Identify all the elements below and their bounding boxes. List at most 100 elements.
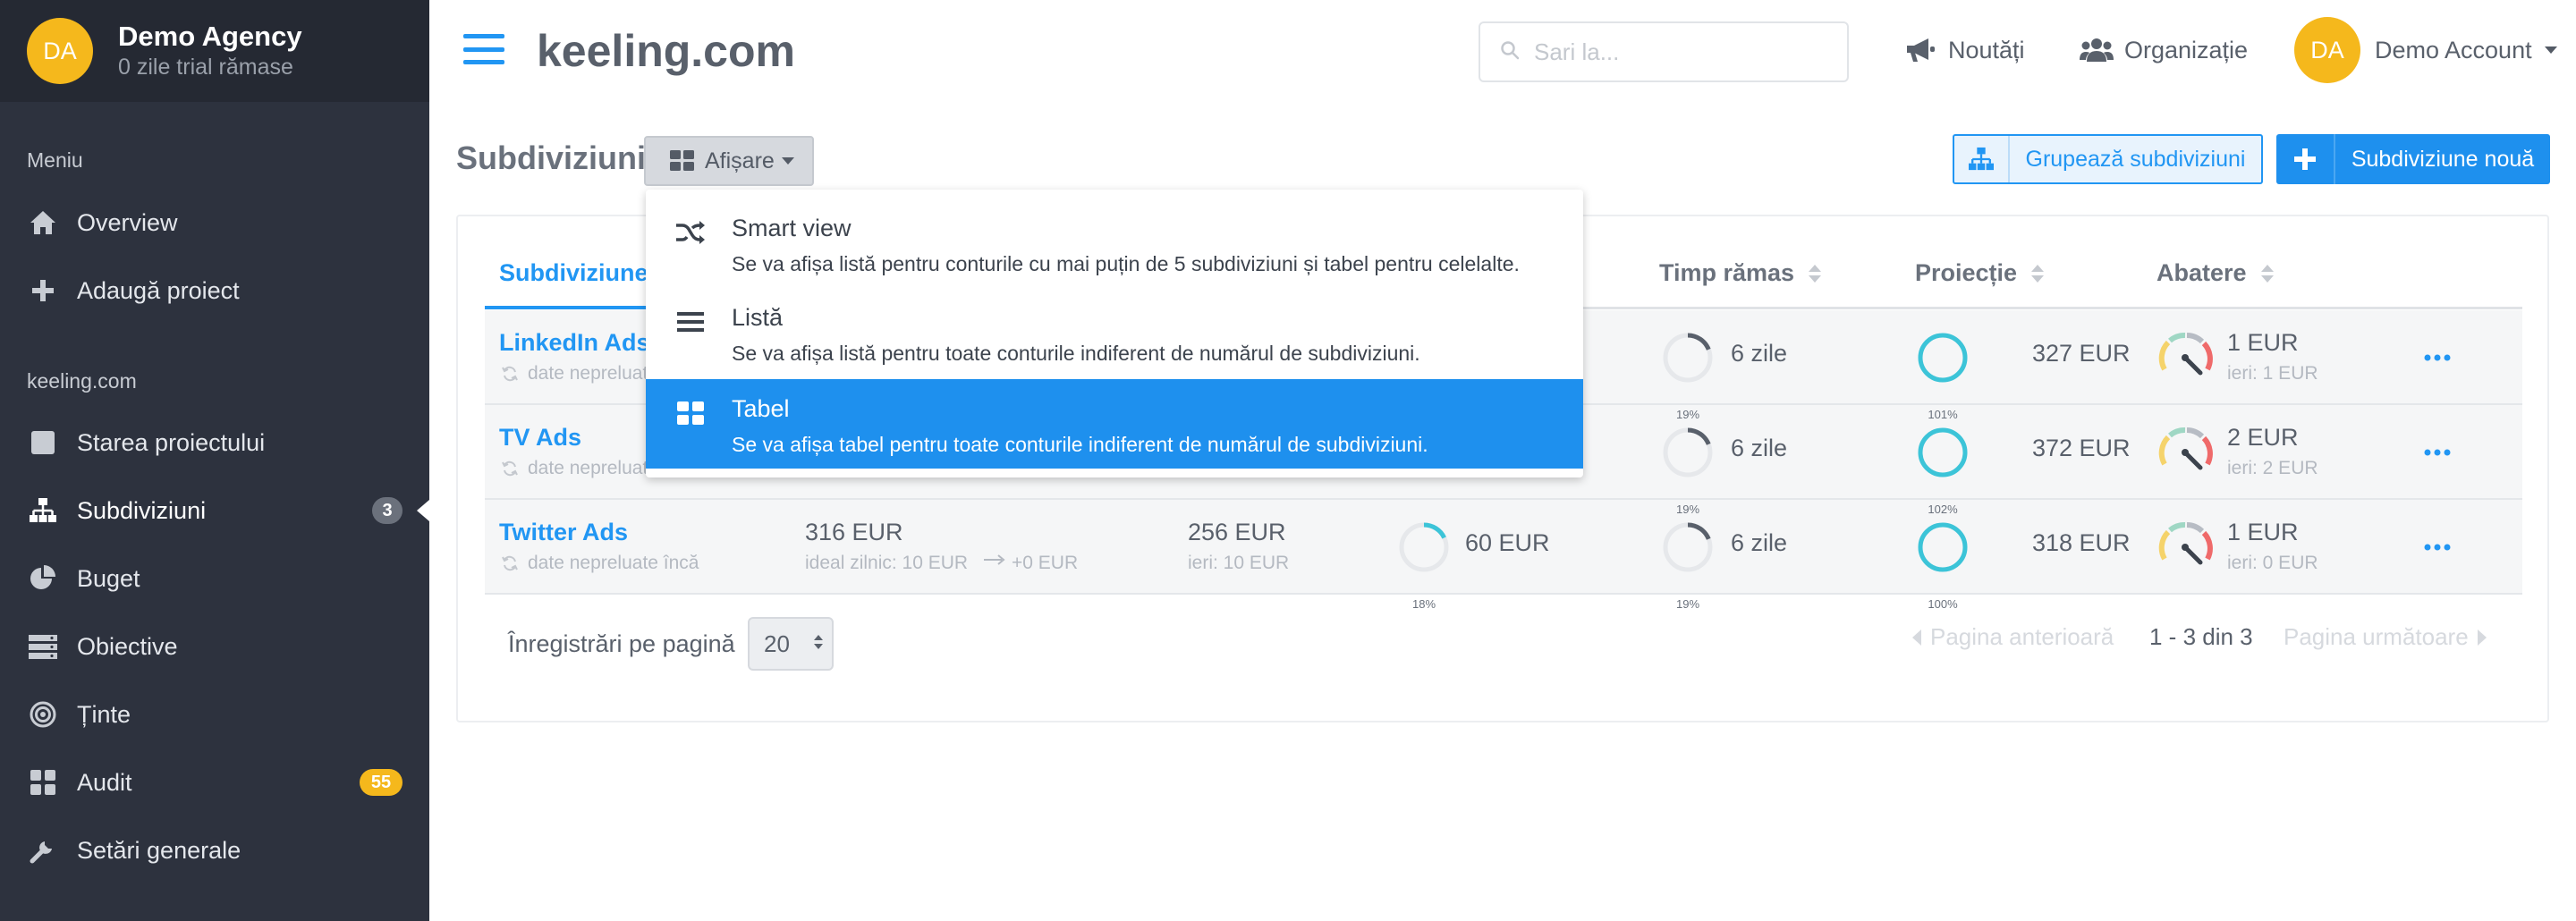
plus-icon [27,275,59,307]
column-header-deviation[interactable]: Abatere [2157,259,2274,287]
projection-progress-ring: 100% [1917,521,1969,611]
deviation-gauge-icon [2157,425,2213,480]
option-title: Tabel [732,395,790,422]
next-page-button[interactable]: Pagina următoare [2284,623,2487,651]
deviation-yesterday: ieri: 0 EUR [2227,553,2318,573]
subdivision-name-link[interactable]: Twitter Ads [499,519,628,546]
page-title: Subdiviziuni [456,139,646,176]
news-link[interactable]: Noutăți [1905,30,2025,70]
column-header-label: Subdiviziune [499,259,648,286]
refresh-icon [501,460,519,477]
projection-progress-ring: 102% [1917,427,1969,516]
sidebar-item-objectives[interactable]: Obiective [0,618,429,675]
view-option-smart[interactable]: Smart view Se va afișa listă pentru cont… [646,199,1583,288]
sidebar-item-budget[interactable]: Buget [0,550,429,607]
chevron-left-icon [1912,629,1921,646]
org-name: Demo Agency [118,21,302,52]
projection-progress-ring: 101% [1917,332,1969,421]
shuffle-icon [674,218,707,247]
row-actions-button[interactable] [2424,427,2451,465]
refresh-icon [501,554,519,572]
deviation-gauge-icon [2157,520,2213,575]
row-actions-button[interactable] [2424,333,2451,370]
per-page-select[interactable]: 20 [748,617,834,671]
grid-icon [674,399,707,427]
sidebar-item-label: Overview [77,208,178,236]
time-left-value: 6 zile [1731,340,1788,367]
sidebar-item-settings[interactable]: Setări generale [0,822,429,879]
sort-icon [2031,264,2045,283]
subdivision-name-link[interactable]: LinkedIn Ads [499,329,650,357]
sitemap-icon [27,494,59,527]
time-left-value: 6 zile [1731,435,1788,461]
search-input[interactable] [1534,38,1820,66]
time-left-progress-ring: 19% [1662,332,1714,421]
sidebar-item-audit[interactable]: Audit 55 [0,754,429,811]
sidebar-item-project-status[interactable]: Starea proiectului [0,414,429,471]
chevron-down-icon [2544,46,2557,54]
subdivision-status: date nepreluate încă [501,553,699,574]
list-icon [674,308,707,336]
deviation-value: 2 EUR [2227,424,2299,451]
audit-count-badge: 55 [360,769,402,796]
next-page-label: Pagina următoare [2284,623,2469,650]
sitemap-icon [1954,136,2010,182]
plus-icon [2276,134,2335,184]
arrow-right-icon [982,551,1007,572]
account-avatar: DA [2294,17,2360,83]
option-title: Listă [732,304,784,331]
view-mode-button[interactable]: Afișare [644,136,814,186]
option-description: Se va afișa tabel pentru toate conturile… [732,433,1428,456]
budget-ideal-daily: ideal zilnic: 10 EUR [805,553,969,573]
active-indicator [417,500,429,521]
option-description: Se va afișa listă pentru toate conturile… [732,342,1420,365]
sidebar-item-overview[interactable]: Overview [0,194,429,251]
hamburger-line [463,46,504,52]
option-description: Se va afișa listă pentru conturile cu ma… [732,252,1520,275]
sidebar-item-label: Ținte [77,700,131,728]
group-subdivisions-button[interactable]: Grupează subdiviziuni [1953,134,2263,184]
refresh-icon [501,365,519,383]
sidebar: DA Demo Agency 0 zile trial rămase Meniu… [0,0,429,921]
search-icon [1500,40,1520,64]
column-header-projection[interactable]: Proiecție [1915,259,2045,287]
row-actions-button[interactable] [2424,522,2451,560]
server-icon [27,630,59,663]
sidebar-item-label: Audit [77,768,132,796]
active-column-indicator [485,306,655,309]
organization-link[interactable]: Organizație [2080,30,2248,70]
projection-value: 318 EUR [2032,529,2131,556]
sidebar-item-add-project[interactable]: Adaugă proiect [0,262,429,319]
sidebar-org-header[interactable]: DA Demo Agency 0 zile trial rămase [0,0,429,102]
option-title: Smart view [732,215,852,241]
column-header-label: Abatere [2157,259,2247,286]
new-subdivision-label: Subdiviziune nouă [2351,146,2535,172]
org-trial: 0 zile trial rămase [118,55,293,80]
news-label: Noutăți [1948,36,2025,63]
sidebar-item-label: Starea proiectului [77,428,266,456]
time-left-progress-ring: 19% [1662,427,1714,516]
account-menu[interactable]: DA Demo Account [2294,17,2557,83]
view-option-list[interactable]: Listă Se va afișa listă pentru toate con… [646,288,1583,377]
search-box[interactable] [1479,21,1849,82]
pagination-info: 1 - 3 din 3 [2149,623,2253,650]
target-icon [27,698,59,731]
previous-page-button[interactable]: Pagina anterioară [1912,623,2114,651]
view-option-table[interactable]: Tabel Se va afișa tabel pentru toate con… [646,379,1583,469]
column-header-time-left[interactable]: Timp rămas [1659,259,1822,287]
projection-value: 372 EUR [2032,435,2131,461]
column-header-subdivision[interactable]: Subdiviziune [499,259,648,287]
hamburger-line [463,60,504,64]
new-subdivision-button[interactable]: Subdiviziune nouă [2276,134,2550,184]
sidebar-item-targets[interactable]: Ținte [0,686,429,743]
subdivision-name-link[interactable]: TV Ads [499,424,581,452]
group-subdivisions-label: Grupează subdiviziuni [2025,146,2246,172]
deviation-gauge-icon [2157,330,2213,385]
menu-toggle-button[interactable] [463,34,504,64]
previous-page-label: Pagina anterioară [1930,623,2114,650]
sidebar-item-subdivisions[interactable]: Subdiviziuni 3 [0,482,429,539]
square-icon [27,427,59,459]
grid-icon [669,149,696,173]
sidebar-item-label: Obiective [77,632,178,660]
budget-value: 316 EUR [805,519,903,545]
